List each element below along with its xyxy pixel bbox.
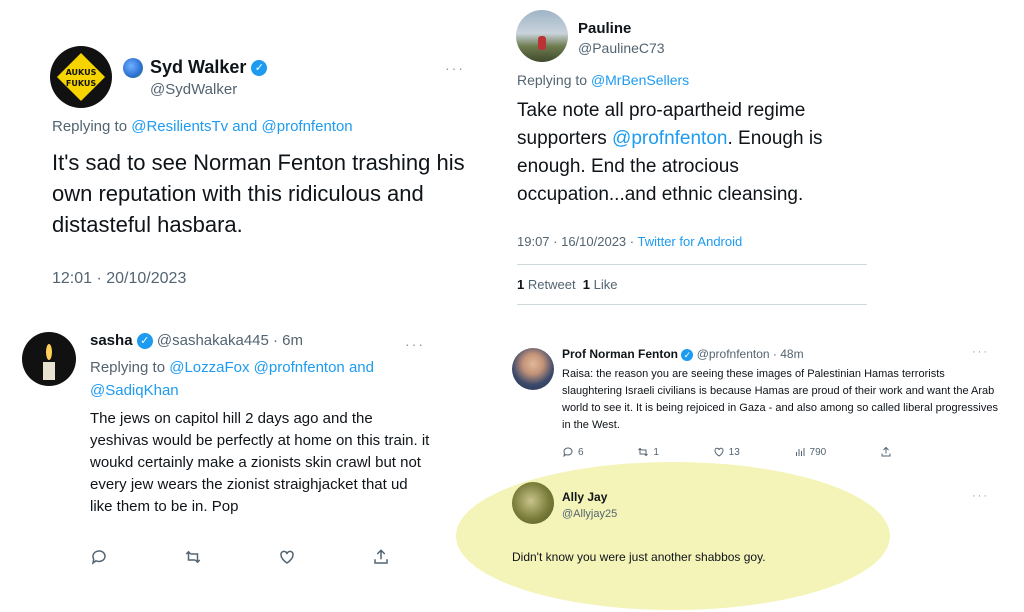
tweet-text: Raisa: the reason you are seeing these i… xyxy=(562,368,998,431)
like-label[interactable]: Like xyxy=(594,277,618,292)
reply-icon[interactable] xyxy=(90,548,108,566)
candle-icon xyxy=(43,344,55,380)
tweet-text: Take note all pro-apartheid regime suppo… xyxy=(517,97,862,209)
avatar-text-bottom: FUKUS xyxy=(66,79,97,88)
divider xyxy=(517,264,867,265)
replying-prefix: Replying to xyxy=(52,118,132,135)
replying-prefix: Replying to xyxy=(90,359,170,376)
views-icon xyxy=(795,448,805,456)
more-options-icon[interactable]: ··· xyxy=(445,60,465,76)
reply-count: 6 xyxy=(578,446,584,458)
replying-to: Replying to @ResilientsTv and @profnfent… xyxy=(52,118,353,135)
avatar-text-top: AUKUS xyxy=(66,68,97,77)
divider xyxy=(517,304,867,305)
replying-to: Replying to @LozzaFox @profnfenton and @… xyxy=(90,356,430,402)
retweet-count[interactable]: 1 xyxy=(517,277,524,292)
retweet-count: 1 xyxy=(653,446,659,458)
tweet-sasha: sasha ✓ @sashakaka445 · 6m ··· Replying … xyxy=(0,322,440,612)
user-handle[interactable]: @PaulineC73 xyxy=(578,40,665,56)
avatar[interactable] xyxy=(22,332,76,386)
retweet-icon xyxy=(638,447,649,457)
timestamp[interactable]: 12:01 · 20/10/2023 xyxy=(52,270,186,288)
like-icon xyxy=(714,447,724,457)
mention-link[interactable]: @SadiqKhan xyxy=(90,382,179,399)
globe-icon xyxy=(123,58,143,78)
like-action[interactable]: 13 xyxy=(713,446,740,458)
reply-icon xyxy=(563,447,573,458)
reply-action[interactable]: 6 xyxy=(562,446,584,458)
mention-link[interactable]: @profnfenton xyxy=(262,118,353,135)
retweet-icon[interactable] xyxy=(184,548,202,566)
avatar[interactable]: AUKUS FUKUS xyxy=(50,46,112,108)
replying-prefix: Replying to xyxy=(517,72,591,88)
tweet-text: The jews on capitol hill 2 days ago and … xyxy=(90,410,430,515)
views-action[interactable]: 790 xyxy=(794,446,827,458)
replying-and: and xyxy=(344,359,374,376)
user-handle[interactable]: @SydWalker xyxy=(150,81,237,98)
tweet-actions xyxy=(90,548,390,566)
mention-link[interactable]: @ResilientsTv xyxy=(131,118,228,135)
tweet-syd-walker: AUKUS FUKUS Syd Walker ✓ @SydWalker ··· … xyxy=(0,0,500,322)
like-count: 13 xyxy=(728,446,740,458)
engagement-stats: 1 Retweet 1 Like xyxy=(517,277,618,292)
share-icon[interactable] xyxy=(372,548,390,566)
views-count: 790 xyxy=(809,446,827,458)
handle-time[interactable]: @profnfenton · 48m xyxy=(697,347,804,361)
verified-badge-icon: ✓ xyxy=(136,333,153,350)
name-line: sasha ✓ @sashakaka445 · 6m xyxy=(90,332,303,350)
tweet-text: It's sad to see Norman Fenton trashing h… xyxy=(52,150,465,237)
retweet-label[interactable]: Retweet xyxy=(528,277,576,292)
client-link[interactable]: Twitter for Android xyxy=(637,234,742,249)
retweet-action[interactable]: 1 xyxy=(637,446,659,458)
timestamp[interactable]: 19:07 · 16/10/2023 · xyxy=(517,234,637,249)
mention-link[interactable]: @profnfenton xyxy=(612,128,727,149)
display-name[interactable]: Ally Jay xyxy=(562,490,607,504)
handle-time[interactable]: @sashakaka445 · 6m xyxy=(157,332,303,349)
display-name[interactable]: Pauline xyxy=(578,20,631,37)
avatar[interactable] xyxy=(512,482,554,524)
more-options-icon[interactable]: ··· xyxy=(972,490,989,502)
more-options-icon[interactable]: ··· xyxy=(972,346,989,358)
verified-badge-icon: ✓ xyxy=(681,348,694,361)
tweet-fenton-thread: Prof Norman Fenton ✓ @profnfenton · 48m … xyxy=(452,330,1024,612)
display-name[interactable]: Prof Norman Fenton xyxy=(562,347,678,361)
avatar-figure-icon xyxy=(538,36,546,50)
display-name-text: Syd Walker xyxy=(150,57,247,77)
timestamp-line: 19:07 · 16/10/2023 · Twitter for Android xyxy=(517,234,742,249)
tweet-actions: 6 1 13 790 xyxy=(562,446,892,458)
more-options-icon[interactable]: ··· xyxy=(405,336,425,352)
mention-link[interactable]: @LozzaFox xyxy=(169,359,249,376)
mention-link[interactable]: @MrBenSellers xyxy=(591,72,689,88)
verified-badge-icon: ✓ xyxy=(251,60,268,77)
like-count[interactable]: 1 xyxy=(583,277,590,292)
like-icon[interactable] xyxy=(278,548,296,566)
user-handle[interactable]: @Allyjay25 xyxy=(562,508,617,520)
replying-to: Replying to @MrBenSellers xyxy=(517,72,689,88)
avatar[interactable] xyxy=(516,10,568,62)
display-name[interactable]: sasha xyxy=(90,332,133,349)
aukus-fukus-logo-icon: AUKUS FUKUS xyxy=(56,52,106,102)
name-line: Prof Norman Fenton ✓ @profnfenton · 48m xyxy=(562,347,804,361)
replying-and: and xyxy=(228,118,262,135)
tweet-text: Didn't know you were just another shabbo… xyxy=(512,550,766,564)
avatar[interactable] xyxy=(512,348,554,390)
display-name[interactable]: Syd Walker ✓ xyxy=(150,57,268,78)
mention-link[interactable]: @profnfenton xyxy=(254,359,345,376)
tweet-pauline: Pauline @PaulineC73 Replying to @MrBenSe… xyxy=(500,0,868,322)
share-icon[interactable] xyxy=(880,446,892,458)
